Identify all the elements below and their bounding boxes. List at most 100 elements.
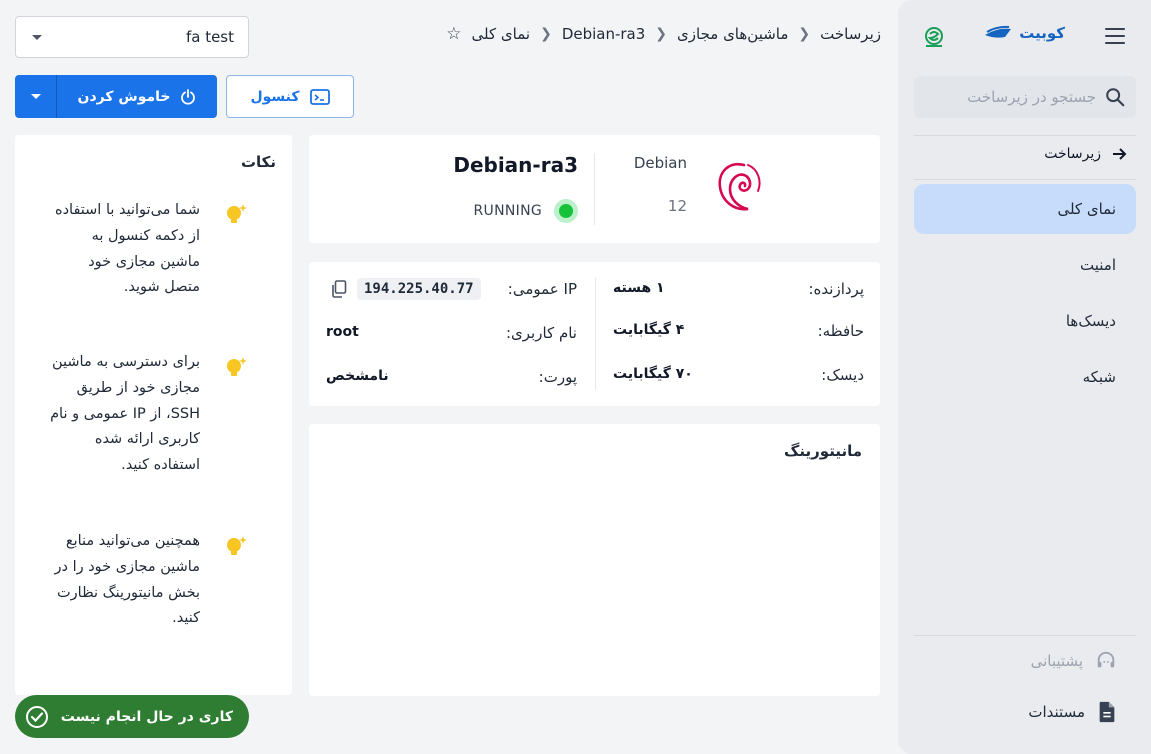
port-label-row: پورت: [539, 368, 577, 386]
shutdown-dropdown-toggle[interactable] [15, 75, 57, 118]
os-name: Debian [633, 154, 687, 172]
chevron-left-icon: ❮ [798, 26, 811, 42]
sidebar-header: کوبیت [898, 14, 1151, 60]
ip-value-row: 194.225.40.77 [331, 278, 481, 300]
sidebar-item-security[interactable]: امنیت [914, 240, 1136, 290]
chevron-down-icon [32, 34, 42, 40]
ip-label: IP عمومی: [507, 280, 577, 298]
headset-icon [1097, 651, 1115, 668]
cpu-value: ۱ هسته [613, 280, 665, 296]
copy-icon[interactable] [331, 280, 347, 298]
sidebar-search[interactable]: جستجو در زیرساخت [914, 76, 1136, 118]
cpu-label-row: پردازنده: [808, 280, 864, 298]
project-select-value: fa test [185, 28, 234, 46]
arrow-right-icon [1113, 148, 1127, 160]
ip-value[interactable]: 194.225.40.77 [357, 278, 481, 300]
brand-name: کوبیت [1019, 24, 1065, 42]
power-icon [181, 88, 196, 105]
search-icon [1106, 88, 1125, 107]
disk-label: دیسک: [821, 366, 864, 384]
breadcrumb: زیرساخت ❮ ماشین‌های مجازی ❮ Debian-ra3 ❮… [446, 24, 881, 44]
cpu-label: پردازنده: [808, 280, 864, 298]
port-label: پورت: [538, 368, 577, 386]
boat-icon [985, 25, 1012, 38]
lightbulb-icon [227, 536, 247, 555]
status-indicator [554, 199, 578, 223]
console-button[interactable]: کنسول [226, 75, 354, 118]
port-value-row: نامشخص [326, 368, 389, 384]
check-circle-icon [26, 705, 48, 728]
chevron-left-icon: ❮ [655, 26, 668, 42]
shutdown-label: خاموش کردن [77, 88, 171, 105]
tip-item: برای دسترسی به ماشین مجازی خود از طریق S… [50, 354, 200, 474]
docs-link[interactable]: مستندات [1028, 701, 1117, 723]
monitoring-title: مانیتورینگ [784, 442, 862, 460]
cpu-value-row: ۱ هسته [613, 280, 665, 296]
divider [594, 153, 595, 225]
sidebar-item-overview[interactable]: نمای کلی [914, 184, 1136, 234]
username-label: نام کاربری: [505, 324, 577, 342]
ip-label-row: IP عمومی: [508, 280, 577, 298]
disk-value-row: ۷۰ گیگابایت [613, 366, 693, 382]
status-text: RUNNING [473, 203, 542, 219]
sidebar-nav: نمای کلی امنیت دیسک‌ها شبکه [914, 184, 1136, 408]
ram-label-row: حافظه: [818, 322, 864, 340]
ram-label: حافظه: [817, 322, 864, 340]
project-select[interactable]: fa test [15, 16, 249, 58]
vm-summary-card: Debian-ra3 RUNNING Debian 12 [309, 135, 880, 243]
os-version: 12 [667, 197, 687, 215]
shutdown-button[interactable]: خاموش کردن [57, 75, 217, 118]
sidebar-item-network[interactable]: شبکه [914, 352, 1136, 402]
brand-logo[interactable]: کوبیت [983, 24, 1065, 42]
lightbulb-icon [227, 357, 247, 376]
star-icon[interactable]: ☆ [446, 24, 461, 44]
tip-item: شما می‌توانید با استفاده از دکمه کنسول ب… [54, 202, 200, 296]
sidebar-item-disks[interactable]: دیسک‌ها [914, 296, 1136, 346]
toast-label: کاری در حال انجام نیست [60, 708, 233, 725]
sidebar-item-label: شبکه [1082, 368, 1116, 386]
disk-value: ۷۰ گیگابایت [613, 366, 693, 382]
breadcrumb-item[interactable]: ماشین‌های مجازی [677, 25, 788, 43]
divider [914, 135, 1136, 136]
support-label: پشتیبانی [1030, 652, 1083, 670]
lightbulb-icon [227, 204, 247, 223]
user-label-row: نام کاربری: [506, 324, 577, 342]
sidebar-item-label: دیسک‌ها [1065, 312, 1116, 330]
tips-card: نکات شما می‌توانید با استفاده از دکمه کن… [15, 135, 292, 695]
divider [914, 179, 1136, 180]
back-to-infrastructure[interactable]: زیرساخت [1044, 146, 1127, 162]
breadcrumb-item[interactable]: Debian-ra3 [562, 25, 645, 43]
support-link[interactable]: پشتیبانی [1031, 650, 1117, 672]
vm-specs-card: پردازنده: ۱ هسته حافظه: ۴ گیگابایت دیسک:… [309, 262, 880, 406]
tip-item: همچنین می‌توانید منابع ماشین مجازی خود ر… [54, 533, 200, 627]
divider [595, 278, 596, 390]
breadcrumb-item[interactable]: زیرساخت [820, 25, 881, 43]
document-icon [1099, 701, 1115, 723]
ram-value-row: ۴ گیگابایت [613, 322, 684, 338]
tips-title: نکات [240, 153, 276, 171]
task-status-toast[interactable]: کاری در حال انجام نیست [15, 695, 249, 738]
disk-label-row: دیسک: [821, 366, 864, 384]
search-placeholder: جستجو در زیرساخت [967, 88, 1096, 106]
port-value: نامشخص [326, 368, 389, 384]
debian-logo-icon [718, 162, 761, 211]
breadcrumb-current: نمای کلی [471, 25, 531, 43]
ram-value: ۴ گیگابایت [613, 322, 685, 338]
shutdown-split-button: خاموش کردن [15, 75, 217, 118]
chevron-left-icon: ❮ [540, 26, 552, 42]
sidebar-item-label: نمای کلی [1057, 200, 1116, 218]
sidebar: کوبیت جستجو در زیرساخت زیرساخت نمای کلی … [898, 0, 1151, 754]
chevron-down-icon [30, 94, 41, 99]
docs-label: مستندات [1028, 703, 1085, 721]
company-mark-icon [925, 27, 943, 47]
username-value: root [326, 324, 359, 340]
user-value-row: root [326, 324, 359, 340]
terminal-icon [309, 88, 330, 105]
vm-name: Debian-ra3 [453, 153, 578, 177]
sidebar-item-label: امنیت [1080, 256, 1116, 274]
back-label: زیرساخت [1044, 146, 1101, 162]
console-label: کنسول [250, 88, 300, 105]
menu-icon[interactable] [1105, 28, 1125, 44]
divider [914, 635, 1136, 636]
vm-status: RUNNING [474, 199, 578, 223]
